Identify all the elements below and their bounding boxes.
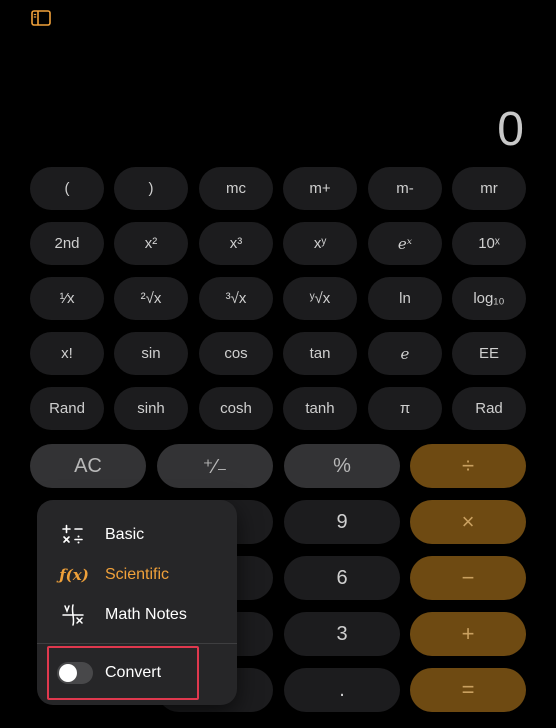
key-memory-recall[interactable]: mr — [452, 167, 526, 210]
key-cube-root[interactable]: ³√x — [199, 277, 273, 320]
menu-divider — [37, 643, 237, 644]
toggle-knob — [59, 664, 77, 682]
key-memory-clear[interactable]: mc — [199, 167, 273, 210]
key-3[interactable]: 3 — [284, 612, 400, 656]
key-ten-power[interactable]: 10ˣ — [452, 222, 526, 265]
key-sin[interactable]: sin — [114, 332, 188, 375]
key-cube[interactable]: x³ — [199, 222, 273, 265]
key-power-y[interactable]: xʸ — [283, 222, 357, 265]
key-factorial[interactable]: x! — [30, 332, 104, 375]
convert-toggle[interactable] — [57, 662, 93, 684]
key-memory-subtract[interactable]: m- — [368, 167, 442, 210]
key-open-paren[interactable]: ( — [30, 167, 104, 210]
menu-label-basic: Basic — [105, 526, 145, 543]
key-pi[interactable]: π — [368, 387, 442, 430]
menu-item-math-notes[interactable]: Math Notes — [37, 595, 237, 635]
key-multiply[interactable]: × — [410, 500, 526, 544]
key-ee[interactable]: EE — [452, 332, 526, 375]
key-rad[interactable]: Rad — [452, 387, 526, 430]
key-all-clear[interactable]: AC — [30, 444, 146, 488]
key-second[interactable]: 2nd — [30, 222, 104, 265]
key-exp[interactable]: eˣ — [368, 222, 442, 265]
function-icon: ƒ(x) — [59, 566, 89, 584]
key-9[interactable]: 9 — [284, 500, 400, 544]
key-e[interactable]: e — [368, 332, 442, 375]
menu-label-math-notes: Math Notes — [105, 606, 187, 623]
key-y-root[interactable]: ʸ√x — [283, 277, 357, 320]
key-equals[interactable]: = — [410, 668, 526, 712]
key-percent[interactable]: % — [284, 444, 400, 488]
convert-label: Convert — [105, 664, 162, 681]
mode-menu: Basic ƒ(x) Scientific Math Notes Convert — [37, 500, 237, 705]
key-decimal[interactable]: . — [284, 668, 400, 712]
key-tan[interactable]: tan — [283, 332, 357, 375]
menu-item-scientific[interactable]: ƒ(x) Scientific — [37, 555, 237, 595]
key-cos[interactable]: cos — [199, 332, 273, 375]
key-reciprocal[interactable]: ¹⁄x — [30, 277, 104, 320]
sidebar-toggle-icon[interactable] — [31, 10, 51, 26]
key-divide[interactable]: ÷ — [410, 444, 526, 488]
basic-operators-icon — [61, 523, 85, 547]
key-subtract[interactable]: − — [410, 556, 526, 600]
menu-label-scientific: Scientific — [105, 566, 170, 583]
key-tanh[interactable]: tanh — [283, 387, 357, 430]
key-ln[interactable]: ln — [368, 277, 442, 320]
math-notes-icon — [61, 603, 85, 627]
key-square-root[interactable]: ²√x — [114, 277, 188, 320]
result-display: 0 — [497, 103, 524, 156]
key-memory-add[interactable]: m+ — [283, 167, 357, 210]
key-6[interactable]: 6 — [284, 556, 400, 600]
key-square[interactable]: x² — [114, 222, 188, 265]
key-rand[interactable]: Rand — [30, 387, 104, 430]
key-log10[interactable]: log₁₀ — [452, 277, 526, 320]
menu-item-basic[interactable]: Basic — [37, 515, 237, 555]
top-bar — [0, 0, 556, 40]
key-sinh[interactable]: sinh — [114, 387, 188, 430]
key-cosh[interactable]: cosh — [199, 387, 273, 430]
key-add[interactable]: + — [410, 612, 526, 656]
key-plus-minus[interactable]: ⁺⁄₋ — [157, 444, 273, 488]
key-close-paren[interactable]: ) — [114, 167, 188, 210]
